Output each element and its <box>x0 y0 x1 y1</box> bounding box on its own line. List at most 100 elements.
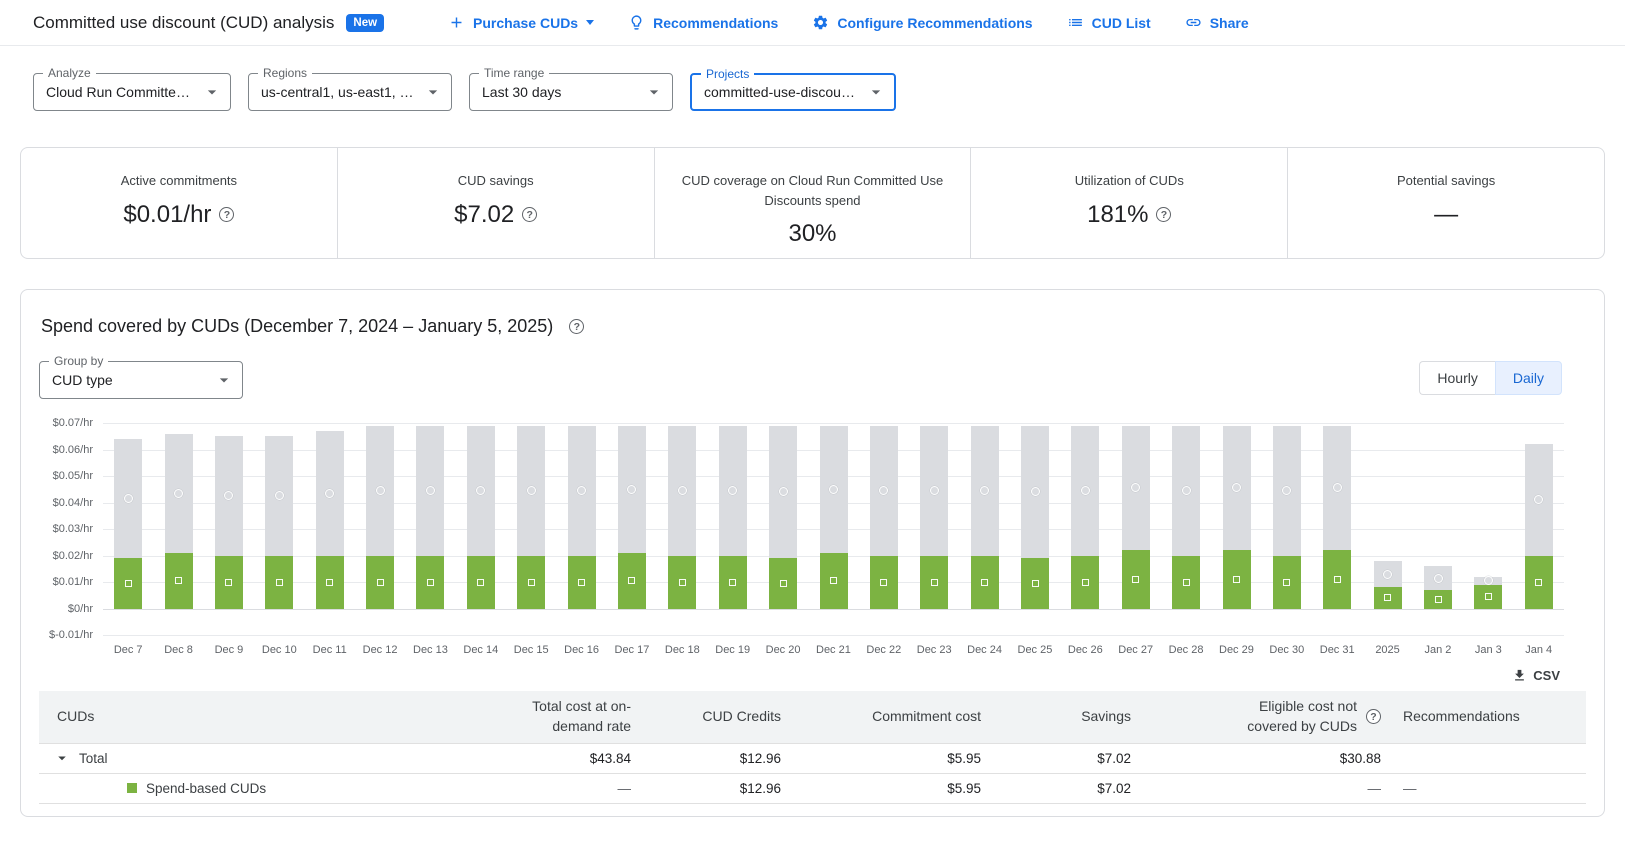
uncovered-segment <box>114 439 142 558</box>
x-axis-label: Dec 17 <box>607 644 657 656</box>
bar-dec-11[interactable] <box>316 423 344 635</box>
col-header-cuds: CUDs <box>39 701 479 733</box>
stat-active-commitments: Active commitments $0.01/hr? <box>21 148 337 258</box>
purchase-cuds-button[interactable]: Purchase CUDs <box>448 14 594 31</box>
x-axis-label: 2025 <box>1362 644 1412 656</box>
square-marker-icon <box>628 577 635 584</box>
cud-list-label: CUD List <box>1092 15 1151 31</box>
circle-marker-icon <box>376 486 385 495</box>
chevron-down-icon <box>866 82 886 102</box>
uncovered-segment <box>366 426 394 556</box>
bar-dec-16[interactable] <box>568 423 596 635</box>
bar-dec-18[interactable] <box>668 423 696 635</box>
covered-segment <box>971 556 999 609</box>
bar-2025[interactable] <box>1374 423 1402 635</box>
bar-dec-27[interactable] <box>1122 423 1150 635</box>
download-csv-button[interactable]: CSV <box>1512 668 1560 683</box>
x-axis-label: Jan 2 <box>1413 644 1463 656</box>
uncovered-segment <box>467 426 495 556</box>
circle-marker-icon <box>1534 495 1543 504</box>
square-marker-icon <box>427 579 434 586</box>
x-axis-label: Dec 30 <box>1262 644 1312 656</box>
circle-marker-icon <box>779 487 788 496</box>
stat-utilization: Utilization of CUDs 181%? <box>970 148 1287 258</box>
daily-toggle-button[interactable]: Daily <box>1495 361 1562 395</box>
recommendations-button[interactable]: Recommendations <box>628 14 778 31</box>
page-title: Committed use discount (CUD) analysis <box>33 13 334 33</box>
stat-value: 30% <box>788 220 836 248</box>
bar-dec-10[interactable] <box>265 423 293 635</box>
bar-jan-3[interactable] <box>1474 423 1502 635</box>
configure-recommendations-button[interactable]: Configure Recommendations <box>812 14 1032 31</box>
help-icon[interactable]: ? <box>522 207 537 222</box>
circle-marker-icon <box>1182 486 1191 495</box>
bar-dec-24[interactable] <box>971 423 999 635</box>
covered-segment <box>1474 585 1502 609</box>
uncovered-segment <box>316 431 344 556</box>
bar-dec-26[interactable] <box>1071 423 1099 635</box>
circle-marker-icon <box>930 486 939 495</box>
bar-dec-21[interactable] <box>820 423 848 635</box>
x-axis-label: Dec 28 <box>1161 644 1211 656</box>
share-button[interactable]: Share <box>1185 14 1249 31</box>
bar-dec-31[interactable] <box>1323 423 1351 635</box>
square-marker-icon <box>175 577 182 584</box>
table-cell: $43.84 <box>479 751 639 766</box>
analyze-select[interactable]: Analyze Cloud Run Committed ... <box>33 73 231 111</box>
square-marker-icon <box>1233 576 1240 583</box>
covered-segment <box>1525 556 1553 609</box>
bar-jan-2[interactable] <box>1424 423 1452 635</box>
bar-dec-28[interactable] <box>1172 423 1200 635</box>
circle-marker-icon <box>325 489 334 498</box>
hourly-toggle-button[interactable]: Hourly <box>1419 361 1494 395</box>
x-axis-label: Jan 4 <box>1514 644 1564 656</box>
help-icon[interactable]: ? <box>1366 709 1381 724</box>
stat-label: Active commitments <box>121 171 237 191</box>
cud-list-button[interactable]: CUD List <box>1067 14 1151 31</box>
bar-dec-29[interactable] <box>1223 423 1251 635</box>
bar-dec-17[interactable] <box>618 423 646 635</box>
bar-dec-30[interactable] <box>1273 423 1301 635</box>
bar-dec-20[interactable] <box>769 423 797 635</box>
covered-segment <box>668 556 696 609</box>
x-axis-label: Jan 3 <box>1463 644 1513 656</box>
bar-dec-13[interactable] <box>416 423 444 635</box>
bar-dec-9[interactable] <box>215 423 243 635</box>
stat-label: CUD savings <box>458 171 534 191</box>
stat-value: $7.02 <box>454 201 514 229</box>
bar-dec-23[interactable] <box>920 423 948 635</box>
uncovered-segment <box>1273 426 1301 556</box>
bar-jan-4[interactable] <box>1525 423 1553 635</box>
uncovered-segment <box>265 436 293 555</box>
table-cell: $5.95 <box>789 781 989 796</box>
bar-dec-8[interactable] <box>165 423 193 635</box>
new-badge: New <box>346 14 384 32</box>
uncovered-segment <box>1021 426 1049 559</box>
bar-dec-25[interactable] <box>1021 423 1049 635</box>
time-range-select[interactable]: Time range Last 30 days <box>469 73 673 111</box>
y-axis-label: $0.01/hr <box>53 576 93 588</box>
covered-segment <box>467 556 495 609</box>
page-header: Committed use discount (CUD) analysis Ne… <box>0 0 1625 46</box>
help-icon[interactable]: ? <box>219 207 234 222</box>
bar-dec-15[interactable] <box>517 423 545 635</box>
uncovered-segment <box>1323 426 1351 551</box>
csv-label: CSV <box>1533 668 1560 683</box>
col-header-eligible-cost: Eligible cost not covered by CUDs? <box>1139 691 1389 743</box>
circle-marker-icon <box>678 486 687 495</box>
bar-dec-19[interactable] <box>719 423 747 635</box>
circle-marker-icon <box>728 486 737 495</box>
bar-dec-14[interactable] <box>467 423 495 635</box>
x-axis-label: Dec 23 <box>909 644 959 656</box>
regions-select[interactable]: Regions us-central1, us-east1, a... <box>248 73 452 111</box>
circle-marker-icon <box>527 486 536 495</box>
help-icon[interactable]: ? <box>1156 207 1171 222</box>
projects-select[interactable]: Projects committed-use-discoun... <box>690 73 896 111</box>
bar-dec-22[interactable] <box>870 423 898 635</box>
collapse-arrow-icon[interactable] <box>53 749 71 767</box>
group-by-select[interactable]: Group by CUD type <box>39 361 243 399</box>
covered-segment <box>1323 550 1351 608</box>
help-icon[interactable]: ? <box>569 319 584 334</box>
bar-dec-7[interactable] <box>114 423 142 635</box>
bar-dec-12[interactable] <box>366 423 394 635</box>
